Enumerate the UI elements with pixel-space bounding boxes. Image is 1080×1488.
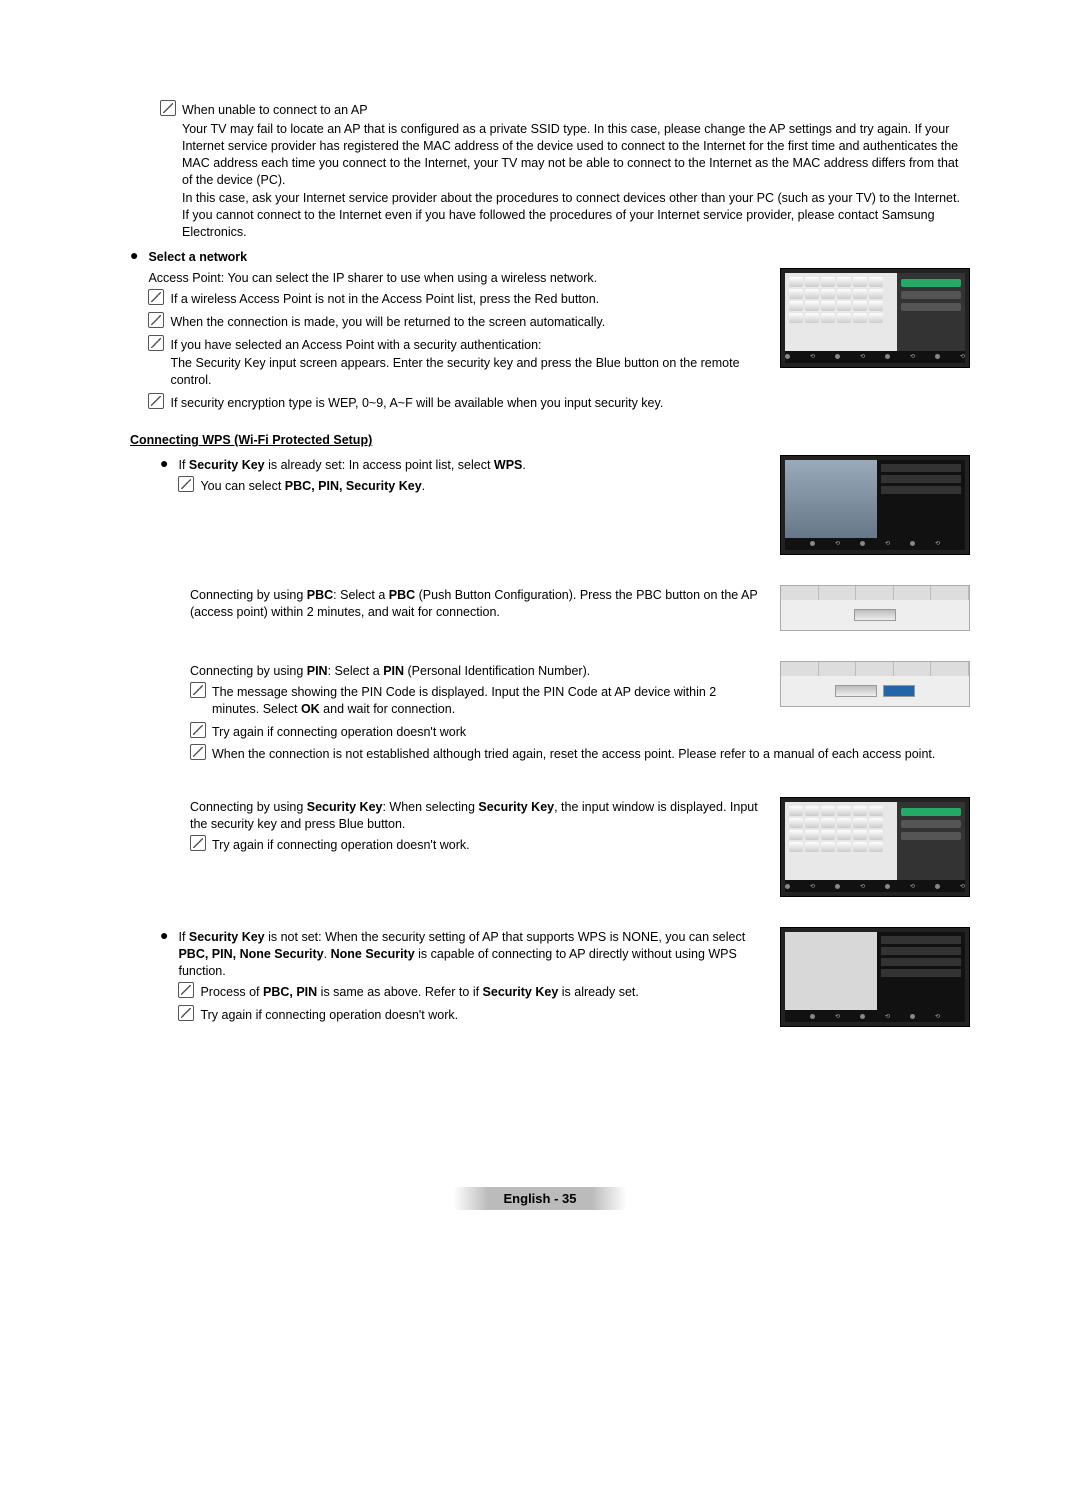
note-text: You can select PBC, PIN, Security Key. [200, 478, 425, 495]
screenshot-wps-list: ⟲⟲⟲ [780, 455, 970, 555]
screenshot-security-key-input: ⟲⟲⟲⟲ [780, 268, 970, 368]
paragraph-pin: Connecting by using PIN: Select a PIN (P… [190, 663, 766, 720]
note-icon [190, 835, 206, 851]
note-text: Try again if connecting operation doesn'… [200, 1007, 458, 1024]
note-icon [148, 312, 164, 328]
screenshot-security-key: ⟲⟲⟲⟲ [780, 797, 970, 897]
note-text: The message showing the PIN Code is disp… [212, 684, 766, 718]
note-icon [178, 1005, 194, 1021]
note-icon [190, 744, 206, 760]
note-icon [160, 100, 176, 116]
screenshot-pin [780, 661, 970, 707]
note-icon [178, 476, 194, 492]
note-icon [148, 393, 164, 409]
screenshot-none-security: ⟲⟲⟲ [780, 927, 970, 1027]
note-text: If you have selected an Access Point wit… [170, 337, 766, 354]
note-text: Try again if connecting operation doesn'… [212, 724, 466, 741]
note-icon [148, 289, 164, 305]
note-icon [190, 722, 206, 738]
paragraph: If Security Key is not set: When the sec… [178, 929, 766, 980]
bullet-icon: ● [130, 247, 138, 263]
paragraph: If Security Key is already set: In acces… [178, 457, 766, 474]
note-text: Try again if connecting operation doesn'… [212, 837, 470, 854]
paragraph: Access Point: You can select the IP shar… [148, 270, 766, 287]
paragraph: Your TV may fail to locate an AP that is… [182, 121, 970, 189]
paragraph-pbc: Connecting by using PBC: Select a PBC (P… [190, 587, 766, 621]
screenshot-pbc [780, 585, 970, 631]
note-icon [178, 982, 194, 998]
note-text: If a wireless Access Point is not in the… [170, 291, 599, 308]
bullet-select-network: ● Select a network Access Point: You can… [130, 247, 970, 416]
bullet-title: Select a network [148, 249, 970, 266]
note-text: If security encryption type is WEP, 0~9,… [170, 395, 663, 412]
note-unable-connect: When unable to connect to an AP Your TV … [160, 100, 970, 243]
note-text: Process of PBC, PIN is same as above. Re… [200, 984, 638, 1001]
bullet-security-key-not-set: ● If Security Key is not set: When the s… [160, 927, 766, 1027]
note-title: When unable to connect to an AP [182, 102, 970, 119]
note-icon [190, 682, 206, 698]
note-icon [148, 335, 164, 351]
section-title-wps: Connecting WPS (Wi-Fi Protected Setup) [130, 432, 970, 449]
page-footer: English - 35 [454, 1187, 627, 1210]
bullet-icon: ● [160, 927, 168, 943]
note-text: When the connection is made, you will be… [170, 314, 605, 331]
paragraph: In this case, ask your Internet service … [182, 190, 970, 241]
bullet-icon: ● [160, 455, 168, 471]
paragraph-security-key: Connecting by using Security Key: When s… [190, 799, 766, 856]
note-text: The Security Key input screen appears. E… [170, 355, 766, 389]
bullet-security-key-set: ● If Security Key is already set: In acc… [160, 455, 766, 499]
note-text: When the connection is not established a… [212, 746, 935, 763]
